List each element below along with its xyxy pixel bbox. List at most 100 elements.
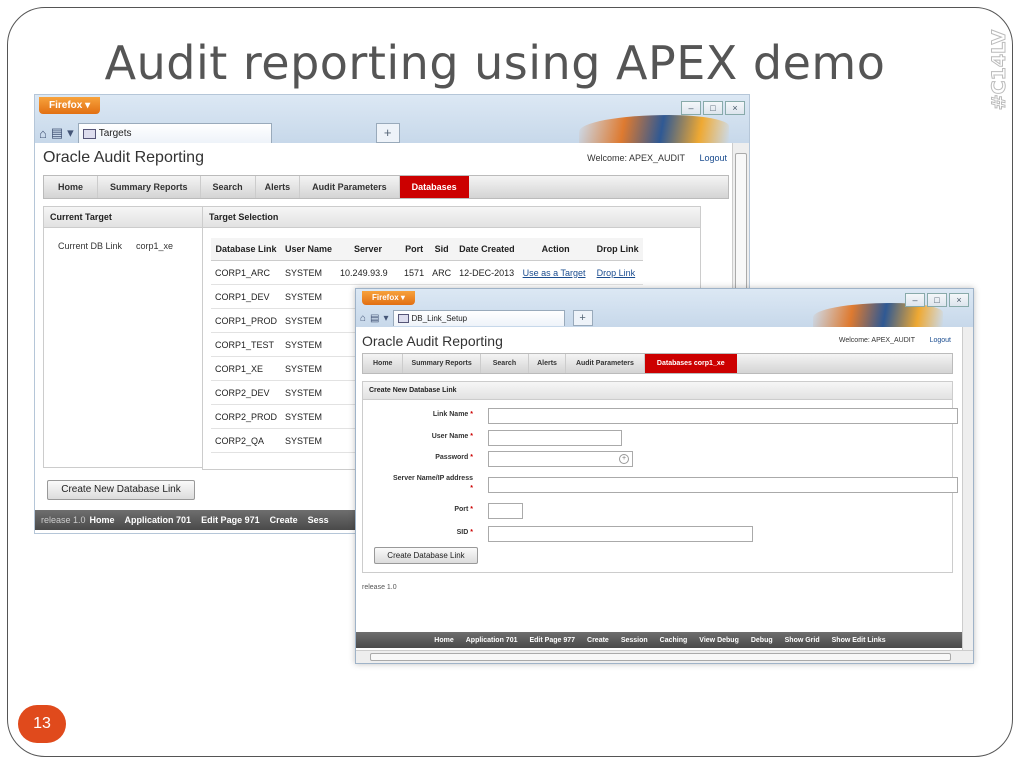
devbar-application[interactable]: Application 701: [125, 515, 192, 525]
devbar-view-debug[interactable]: View Debug: [699, 637, 739, 644]
devbar-edit-page[interactable]: Edit Page 971: [201, 515, 260, 525]
page-icon: [397, 314, 409, 323]
minimize-button[interactable]: –: [681, 101, 701, 115]
minimize-button[interactable]: –: [905, 293, 925, 307]
sid-input[interactable]: [488, 526, 753, 542]
maximize-button[interactable]: □: [927, 293, 947, 307]
cell-db-link: CORP1_TEST: [211, 332, 282, 357]
devbar-create[interactable]: Create: [587, 637, 609, 644]
devbar-show-edit-links[interactable]: Show Edit Links: [832, 637, 886, 644]
drop-link[interactable]: Drop Link: [597, 268, 636, 278]
create-database-link-panel: Create New Database Link Link Name * Use…: [362, 381, 958, 573]
use-as-target-link[interactable]: Use as a Target: [523, 268, 586, 278]
cell-db-link: CORP1_ARC: [211, 260, 282, 285]
cell-db-link: CORP1_PROD: [211, 308, 282, 333]
tab-search[interactable]: Search: [201, 176, 256, 198]
devbar-debug[interactable]: Debug: [751, 637, 773, 644]
devbar-edit-page[interactable]: Edit Page 977: [529, 637, 575, 644]
release-label: release 1.0: [41, 515, 86, 525]
devbar-caching[interactable]: Caching: [660, 637, 688, 644]
developer-toolbar: release 1.0 Home Application 701 Edit Pa…: [35, 510, 355, 530]
devbar-create[interactable]: Create: [270, 515, 298, 525]
devbar-home[interactable]: Home: [90, 515, 115, 525]
user-name-label-text: User Name: [431, 433, 469, 440]
current-target-heading: Current Target: [44, 207, 202, 228]
password-input[interactable]: +: [488, 451, 633, 467]
tab-databases[interactable]: Databases: [399, 176, 469, 198]
vertical-scrollbar[interactable]: [962, 327, 973, 651]
page-number-badge: 13: [18, 705, 66, 743]
server-input[interactable]: [488, 477, 958, 493]
link-name-input[interactable]: [488, 408, 958, 424]
cell-user: SYSTEM: [281, 308, 337, 333]
devbar-home[interactable]: Home: [434, 637, 453, 644]
column-header[interactable]: Port: [400, 238, 429, 261]
column-header[interactable]: Sid: [428, 238, 456, 261]
column-header[interactable]: Action: [518, 238, 593, 261]
logout-link[interactable]: Logout: [699, 153, 727, 163]
logout-link[interactable]: Logout: [930, 337, 951, 344]
server-label-text: Server Name/IP address: [392, 475, 473, 482]
cell-sid: ARC: [428, 260, 456, 285]
tab-search[interactable]: Search: [481, 354, 530, 373]
browser-nav-row: ⌂ ▤ ▾ DB_Link_Setup +: [360, 310, 593, 326]
column-header[interactable]: User Name: [281, 238, 337, 261]
tab-databases[interactable]: Databases corp1_xe: [644, 354, 737, 373]
welcome-text: Welcome: APEX_AUDIT: [587, 153, 685, 163]
password-reveal-icon[interactable]: +: [619, 454, 629, 464]
tab-audit-parameters[interactable]: Audit Parameters: [566, 354, 645, 373]
devbar-session[interactable]: Session: [621, 637, 648, 644]
server-label: Server Name/IP address *: [363, 474, 473, 494]
welcome-text: Welcome: APEX_AUDIT: [838, 337, 915, 344]
column-header[interactable]: Server: [336, 238, 401, 261]
chevron-down-icon[interactable]: ▾: [67, 125, 74, 141]
cell-date: 12-DEC-2013: [455, 260, 519, 285]
column-header[interactable]: Date Created: [455, 238, 519, 261]
tab-summary-reports[interactable]: Summary Reports: [403, 354, 481, 373]
new-tab-button[interactable]: +: [375, 123, 400, 143]
cell-user: SYSTEM: [281, 260, 337, 285]
home-icon[interactable]: ⌂: [39, 126, 47, 141]
sid-label: SID *: [363, 529, 473, 536]
devbar-application[interactable]: Application 701: [466, 637, 518, 644]
port-label-text: Port: [454, 506, 469, 513]
cell-db-link: CORP2_QA: [211, 428, 282, 453]
cell-db-link: CORP2_DEV: [211, 380, 282, 405]
firefox-menu-button[interactable]: Firefox ▾: [39, 97, 101, 114]
create-new-database-link-button[interactable]: Create New Database Link: [47, 480, 195, 500]
tab-summary-reports[interactable]: Summary Reports: [98, 176, 201, 198]
close-button[interactable]: ×: [725, 101, 745, 115]
browser-tab-db-link-setup[interactable]: DB_Link_Setup: [392, 310, 565, 326]
devbar-show-grid[interactable]: Show Grid: [785, 637, 820, 644]
maximize-button[interactable]: □: [703, 101, 723, 115]
scrollbar-thumb[interactable]: [370, 653, 951, 661]
tab-alerts[interactable]: Alerts: [529, 354, 566, 373]
required-marker: *: [470, 529, 473, 536]
tab-groups-icon[interactable]: ▤: [370, 313, 379, 324]
current-db-link-row: Current DB Link corp1_xe: [58, 241, 173, 251]
home-icon[interactable]: ⌂: [360, 313, 366, 324]
horizontal-scrollbar[interactable]: [356, 650, 973, 663]
app-tab-bar: Home Summary Reports Search Alerts Audit…: [43, 175, 729, 199]
close-button[interactable]: ×: [949, 293, 969, 307]
browser-tab-targets[interactable]: Targets: [77, 123, 272, 143]
tab-audit-parameters[interactable]: Audit Parameters: [300, 176, 400, 198]
sid-label-text: SID: [456, 529, 469, 536]
cell-user: SYSTEM: [281, 380, 337, 405]
devbar-session[interactable]: Sess: [308, 515, 329, 525]
tab-groups-icon[interactable]: ▤: [51, 125, 63, 141]
chevron-down-icon[interactable]: ▾: [384, 313, 389, 324]
browser-tab-title: Targets: [98, 128, 132, 139]
user-name-input[interactable]: [488, 430, 622, 446]
column-header[interactable]: Drop Link: [592, 238, 643, 261]
required-marker: *: [470, 454, 473, 461]
create-database-link-button[interactable]: Create Database Link: [374, 547, 478, 564]
tab-home[interactable]: Home: [44, 176, 99, 198]
link-name-label: Link Name *: [363, 411, 473, 418]
port-input[interactable]: [488, 503, 523, 519]
new-tab-button[interactable]: +: [572, 310, 593, 326]
tab-home[interactable]: Home: [363, 354, 404, 373]
tab-alerts[interactable]: Alerts: [256, 176, 301, 198]
column-header[interactable]: Database Link: [211, 238, 282, 261]
firefox-menu-button[interactable]: Firefox ▾: [362, 291, 415, 305]
